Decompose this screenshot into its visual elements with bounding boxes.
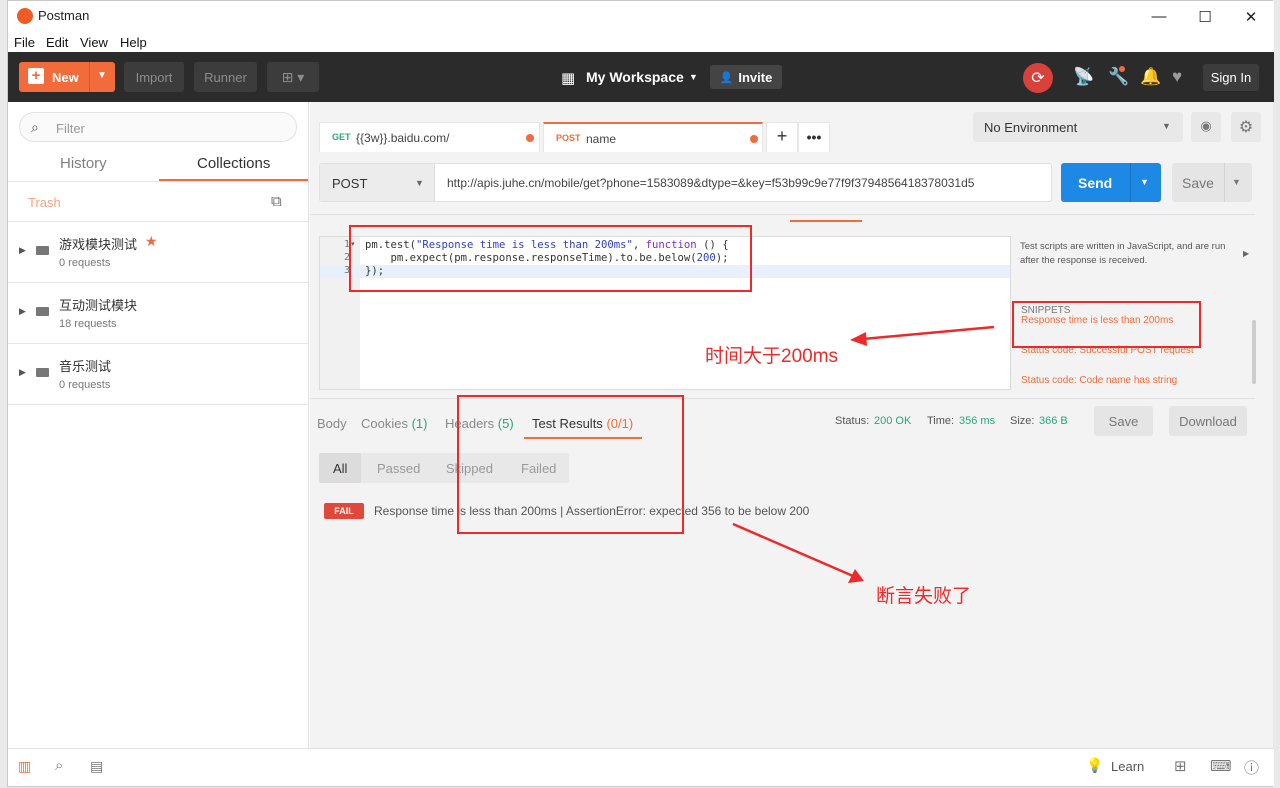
search-icon[interactable]: ⌕ — [55, 757, 63, 774]
console-icon[interactable]: ▤ — [90, 758, 103, 775]
two-pane-icon[interactable]: ⊞ — [1174, 757, 1187, 775]
annotation-arrows — [732, 325, 995, 583]
postman-window: Postman — ☐ ✕ File Edit View Help + New … — [7, 0, 1274, 787]
arrow-line — [732, 522, 854, 578]
help-icon[interactable]: ⓘ — [1244, 757, 1259, 778]
lightbulb-icon: 💡 — [1086, 757, 1104, 773]
learn-link[interactable]: Learn — [1111, 759, 1144, 774]
arrow-head — [850, 332, 867, 346]
sidebar-toggle-icon[interactable]: ▥ — [18, 758, 31, 775]
keyboard-icon[interactable]: ⌨ — [1210, 757, 1232, 775]
arrow-line — [862, 325, 995, 341]
status-bar: ▥ ⌕ ▤ 💡 Learn ⊞ ⌨ ⓘ — [8, 748, 1274, 786]
